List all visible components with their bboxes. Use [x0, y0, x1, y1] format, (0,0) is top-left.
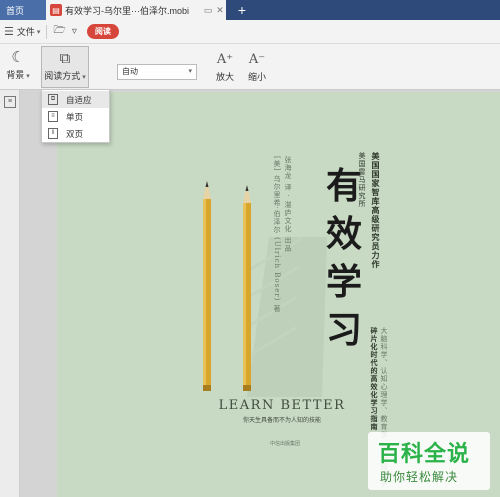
book-english-subtitle: 你天生具备而不为人知的技能: [242, 418, 321, 424]
fit-icon: ⧉: [48, 94, 58, 105]
book-icon: ⧉: [59, 50, 71, 67]
moon-icon: ☾: [11, 49, 25, 66]
menu-item-label: 单页: [66, 111, 84, 122]
chevron-down-icon: ▾: [82, 74, 86, 81]
pencils-ladder-illustration: [203, 181, 327, 397]
toolbar: ☾ 背景 ▾ ⧉ 阅读方式 ▾ 自动 ▾ A⁺ 放大 A⁻ 缩小: [0, 44, 500, 90]
hamburger-icon: ☰: [4, 26, 14, 38]
dropdown-arrow-icon[interactable]: ▿: [72, 26, 77, 37]
new-tab-button[interactable]: +: [233, 1, 251, 19]
mobi-file-icon: ▤: [50, 4, 62, 16]
tab-home[interactable]: 首页: [0, 0, 46, 20]
table-of-contents-icon[interactable]: ≡: [4, 96, 16, 108]
tab-document-title: 有效学习-乌尔里···伯泽尔.mobi: [65, 5, 189, 16]
watermark-main: 百科全说: [378, 442, 471, 467]
book-publisher: 中信出版集团: [269, 441, 300, 447]
read-mode-menu: ⧉ 自适应 ≡ 单页 ‖ 双页: [41, 89, 110, 143]
chevron-down-icon: ▾: [26, 73, 30, 80]
background-button[interactable]: ☾ 背景 ▾: [4, 48, 32, 81]
menu-item-label: 双页: [66, 128, 84, 139]
menu-item-fit[interactable]: ⧉ 自适应: [42, 91, 109, 108]
file-menu[interactable]: ☰ 文件 ▾: [0, 25, 40, 38]
tab-bar: 首页 ▤ 有效学习-乌尔里···伯泽尔.mobi ▭ ✕ +: [0, 0, 500, 20]
read-mode-button[interactable]: 阅读: [86, 24, 119, 39]
book-tagline: 美国国家智库高级研究员力作: [371, 152, 381, 269]
chevron-down-icon: ▾: [36, 28, 41, 36]
menu-item-label: 自适应: [66, 94, 92, 105]
menu-row: ☰ 文件 ▾ 🗁 ▿ 阅读: [0, 20, 500, 44]
side-panel-strip: ≡: [0, 90, 20, 497]
read-mode-label: 阅读方式: [44, 71, 81, 81]
font-larger-icon: A⁺: [216, 52, 234, 67]
book-authors: [美] 乌尔里希·伯泽尔 (Ulrich Boser) 著: [273, 156, 281, 313]
tab-home-label: 首页: [6, 5, 25, 16]
zoom-out-button[interactable]: A⁻ 缩小: [245, 50, 269, 83]
menu-item-double-page[interactable]: ‖ 双页: [42, 125, 109, 142]
book-translators: 张海龙 译 · 湛庐文化 出品: [284, 156, 292, 253]
monitor-icon[interactable]: ▭: [202, 5, 214, 16]
background-label: 背景: [6, 70, 25, 80]
zoom-out-label: 缩小: [247, 72, 266, 82]
zoom-value: 自动: [122, 67, 138, 76]
chevron-down-icon: ▾: [188, 68, 192, 75]
tab-document[interactable]: ▤ 有效学习-乌尔里···伯泽尔.mobi ▭ ✕: [46, 0, 226, 20]
font-smaller-icon: A⁻: [248, 52, 266, 67]
open-folder-icon[interactable]: 🗁: [53, 23, 65, 40]
book-english-title: LEARN BETTER: [218, 398, 346, 413]
zoom-in-label: 放大: [215, 72, 234, 82]
divider: [46, 24, 48, 39]
watermark-sub: 助你轻松解决: [380, 470, 459, 484]
book-subtitle: 美国雷马研究所: [358, 152, 366, 208]
file-menu-label: 文件: [16, 27, 35, 37]
double-page-icon: ‖: [48, 128, 58, 139]
zoom-in-button[interactable]: A⁺ 放大: [213, 50, 237, 83]
close-icon[interactable]: ✕: [214, 5, 226, 16]
single-page-icon: ≡: [48, 111, 58, 122]
book-slogan: 碎片化时代的高效化学习指南: [370, 327, 379, 431]
zoom-select[interactable]: 自动 ▾: [117, 64, 197, 80]
watermark-logo: 百科全说 助你轻松解决: [368, 432, 490, 490]
read-mode-dropdown-button[interactable]: ⧉ 阅读方式 ▾: [41, 46, 89, 88]
menu-item-single-page[interactable]: ≡ 单页: [42, 108, 109, 125]
